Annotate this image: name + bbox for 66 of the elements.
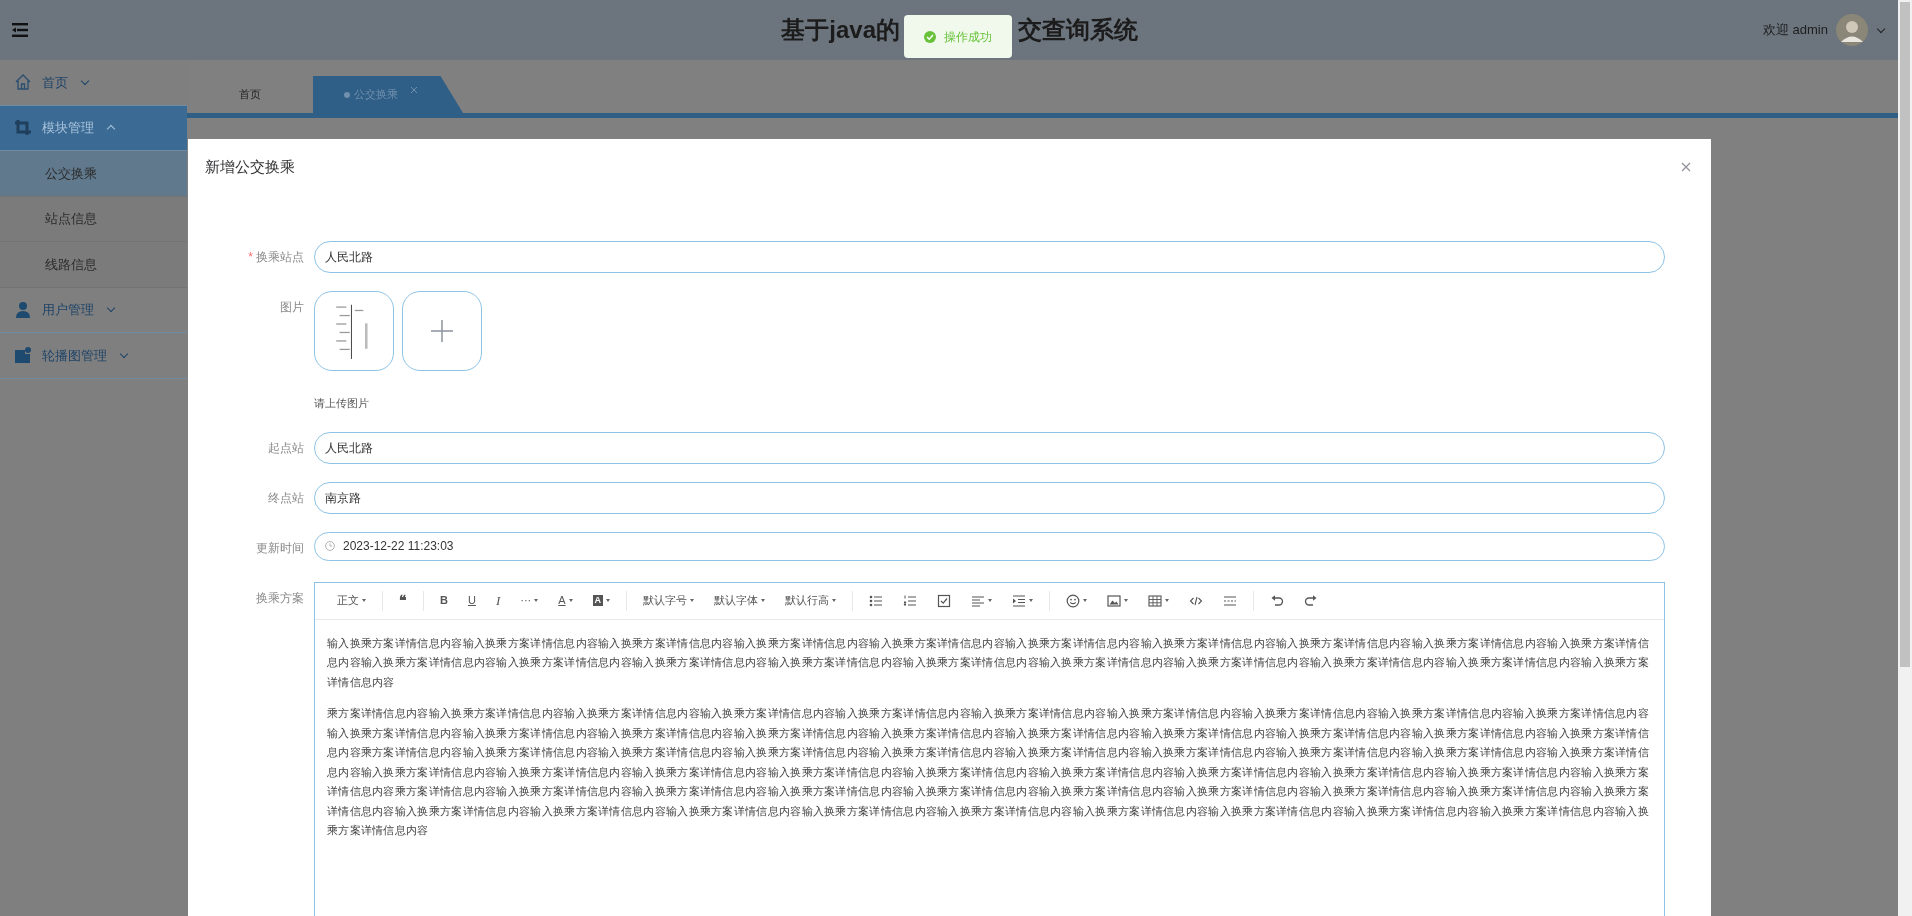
caret-icon — [534, 599, 539, 602]
menu-icon[interactable] — [12, 23, 28, 37]
field-label: 图片 — [279, 299, 305, 316]
caret-icon — [606, 599, 611, 602]
caret-icon — [690, 599, 695, 602]
smiley-icon — [1066, 593, 1081, 608]
underline-button[interactable]: U — [457, 588, 486, 613]
app-title: 交查询系统 — [1018, 15, 1138, 45]
caret-icon — [988, 599, 993, 602]
crop-icon — [14, 118, 32, 137]
tab[interactable]: 首页 — [187, 76, 313, 113]
more-styles-button[interactable]: ··· — [510, 588, 549, 613]
caret-icon — [1083, 599, 1088, 602]
field-label: 更新时间 — [255, 539, 305, 557]
paragraph-style-dropdown[interactable]: 正文 — [327, 588, 376, 613]
hint-text: 请上传图片 — [314, 396, 370, 411]
close-icon[interactable] — [1681, 162, 1691, 172]
toast: 操作成功 — [904, 15, 1012, 58]
font-family-dropdown[interactable]: 默认字体 — [704, 588, 776, 613]
caret-icon — [568, 599, 573, 602]
editor-paragraph: 乘方案详情信息内容输入换乘方案详情信息内容输入换乘方案详情信息内容输入换乘方案详情信息内容输入换乘方案详情信息内容输入换乘方案详情信息内容输入换乘方案详情信息内容输入换乘方案详情信息内容输入换乘方案详情信息内容输入换乘方案详情信息内容输入换乘方案详情信息内容输入换乘方案详情信息内容输入换乘方案详情信息内容输入换乘方案详情信息内容输入换乘方案详情信息内容输入换乘方案详情信息内容输入换乘方案详情信息内容输入换乘方案详情信息内容输入换乘方案详情信息内容输入换乘方案详情信息内容乘方案详情信息内容输入换乘方案详情信息内容输入换乘方案详情信息内容输入换乘方案详情信息内容输入换乘方案详情信息内容输入换乘方案详情信息内容输入换乘方案详情信息内容输入换乘方案详情信息内容输入换乘方案详情信息内容输入换乘方案详情信息内容输入换乘方案详情信息内容输入换乘方案详情信息内容输入换乘方案详情信息内容输入换乘方案详情信息内容输入换乘方案详情信息内容输入换乘方案详情信息内容输入换乘方案详情信息内容输入换乘方案详情信息内容输入换乘方案详情信息内容输入换乘方案详情信息内容乘方案详情信息内容输入换乘方案详情信息内容输入换乘方案详情信息内容输入换乘方案详情信息内容输入换乘方案详情信息内容输入换乘方案详情信息内容输入换乘方案详情信息内容输入换乘方案详情信息内容输入换乘方案详情信息内容输入换乘方案详情信息内容输入换乘方案详情信息内容输入换乘方案详情信息内容输入换乘方案详情信息内容输入换乘方案详情信息内容输入换乘方案详情信息内容输入换乘方案详情信息内容输入换乘方案详情信息内容输入换乘方案详情信息内容输入换乘方案详情信息内容输入换乘方案详情信息内容 — [327, 706, 1651, 838]
scrollbar[interactable] — [1898, 0, 1912, 916]
redo-icon — [1304, 593, 1319, 608]
indent-icon — [1012, 593, 1027, 608]
image-thumbnail[interactable] — [314, 291, 394, 371]
font-color-button[interactable]: A — [548, 588, 583, 613]
caret-icon — [1029, 599, 1034, 602]
line-height-dropdown[interactable]: 默认行高 — [775, 588, 847, 613]
gallery-icon — [14, 346, 32, 365]
user-icon — [14, 300, 32, 319]
greeting-text: 欢迎 admin — [1762, 21, 1828, 40]
caret-icon — [1165, 599, 1170, 602]
numbered-list-icon — [903, 593, 918, 608]
image-icon — [1107, 593, 1122, 608]
caret-icon — [1124, 599, 1129, 602]
undo-icon — [1270, 593, 1285, 608]
success-icon — [924, 30, 936, 43]
upload-button[interactable] — [402, 291, 482, 371]
divider-icon — [1223, 593, 1238, 608]
app-title: 基于java的 — [781, 15, 900, 45]
quote-button[interactable]: ❝ — [389, 588, 417, 613]
caret-icon — [761, 599, 766, 602]
font-size-dropdown[interactable]: 默认字号 — [633, 588, 705, 613]
background-color-button[interactable]: A — [582, 588, 621, 613]
table-icon — [1148, 593, 1163, 608]
clock-icon — [325, 541, 335, 551]
dialog-title: 新增公交换乘 — [205, 156, 295, 177]
bold-button[interactable]: B — [430, 588, 458, 613]
required-mark: * — [248, 250, 253, 264]
italic-button[interactable]: I — [485, 588, 511, 613]
checkbox-icon — [937, 593, 952, 608]
caret-icon — [362, 599, 366, 602]
field-label: 换乘方案 — [255, 589, 305, 607]
field-label: 起点站 — [267, 439, 305, 457]
rich-text-editor[interactable] — [314, 581, 1665, 916]
align-icon — [971, 593, 986, 608]
field-label: 终点站 — [267, 489, 305, 507]
scrollbar-thumb[interactable] — [1900, 2, 1910, 667]
field-label: * 换乘站点 — [247, 249, 305, 266]
editor-paragraph: 输入换乘方案详情信息内容输入换乘方案详情信息内容输入换乘方案详情信息内容输入换乘方案详情信息内容输入换乘方案详情信息内容输入换乘方案详情信息内容输入换乘方案详情信息内容输入换乘方案详情信息内容输入换乘方案详情信息内容输入换乘方案详情信息内容输入换乘方案详情信息内容输入换乘方案详情信息内容输入换乘方案详情信息内容输入换乘方案详情信息内容输入换乘方案详情信息内容输入换乘方案详情信息内容输入换乘方案详情信息内容输入换乘方案详情信息内容输入换乘方案详情信息内容输入换乘方案详情信息内容 — [327, 635, 1651, 690]
close-icon[interactable] — [410, 85, 418, 94]
avatar[interactable] — [1836, 14, 1868, 46]
plus-icon — [431, 320, 453, 342]
caret-icon — [832, 599, 837, 602]
bulleted-list-icon — [869, 593, 884, 608]
home-icon — [14, 73, 32, 92]
